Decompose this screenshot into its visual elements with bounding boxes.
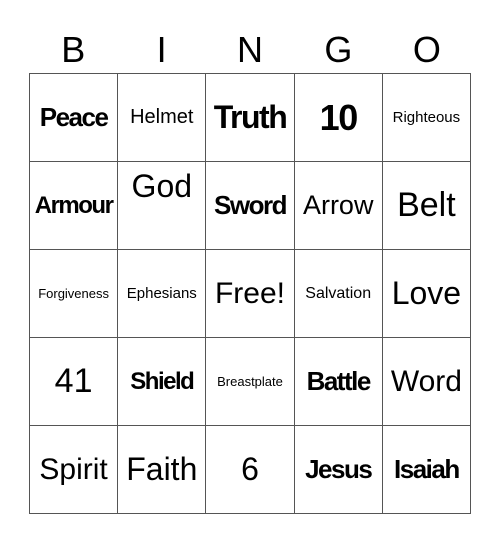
- header-letter-n: N: [237, 29, 264, 70]
- bingo-cell[interactable]: Isaiah: [382, 426, 471, 514]
- bingo-cell[interactable]: Breastplate: [206, 338, 295, 426]
- bingo-cell[interactable]: Free!: [206, 250, 295, 338]
- bingo-cell[interactable]: Peace: [30, 74, 119, 162]
- bingo-cell[interactable]: Faith: [118, 426, 207, 514]
- bingo-cell[interactable]: Ephesians: [118, 250, 207, 338]
- bingo-cell[interactable]: Truth: [206, 74, 295, 162]
- bingo-cell[interactable]: Belt: [382, 162, 471, 250]
- bingo-cell[interactable]: 41: [30, 338, 119, 426]
- bingo-cell[interactable]: 10: [294, 74, 383, 162]
- bingo-grid: Peace Helmet Truth 10 Righteous Armour God Swor…: [29, 73, 471, 514]
- bingo-cell[interactable]: Sword: [206, 162, 295, 250]
- bingo-cell[interactable]: Helmet: [118, 74, 207, 162]
- bingo-cell[interactable]: Love: [382, 250, 471, 338]
- bingo-cell[interactable]: Spirit: [30, 426, 119, 514]
- header-letter-b: B: [61, 29, 86, 70]
- bingo-cell[interactable]: Shield: [118, 338, 207, 426]
- bingo-cell[interactable]: Jesus: [294, 426, 383, 514]
- bingo-cell[interactable]: Righteous: [382, 74, 471, 162]
- bingo-cell[interactable]: Salvation: [294, 250, 383, 338]
- bingo-cell[interactable]: Battle: [294, 338, 383, 426]
- bingo-cell[interactable]: Arrow: [294, 162, 383, 250]
- bingo-cell[interactable]: 6: [206, 426, 295, 514]
- bingo-header: B I N G O: [29, 28, 471, 72]
- bingo-cell[interactable]: God: [118, 162, 207, 250]
- header-letter-o: O: [412, 29, 441, 70]
- header-letter-i: I: [156, 29, 167, 70]
- bingo-cell[interactable]: Forgiveness: [30, 250, 119, 338]
- bingo-cell[interactable]: Armour: [30, 162, 119, 250]
- header-letter-g: G: [324, 29, 353, 70]
- bingo-cell[interactable]: Word: [382, 338, 471, 426]
